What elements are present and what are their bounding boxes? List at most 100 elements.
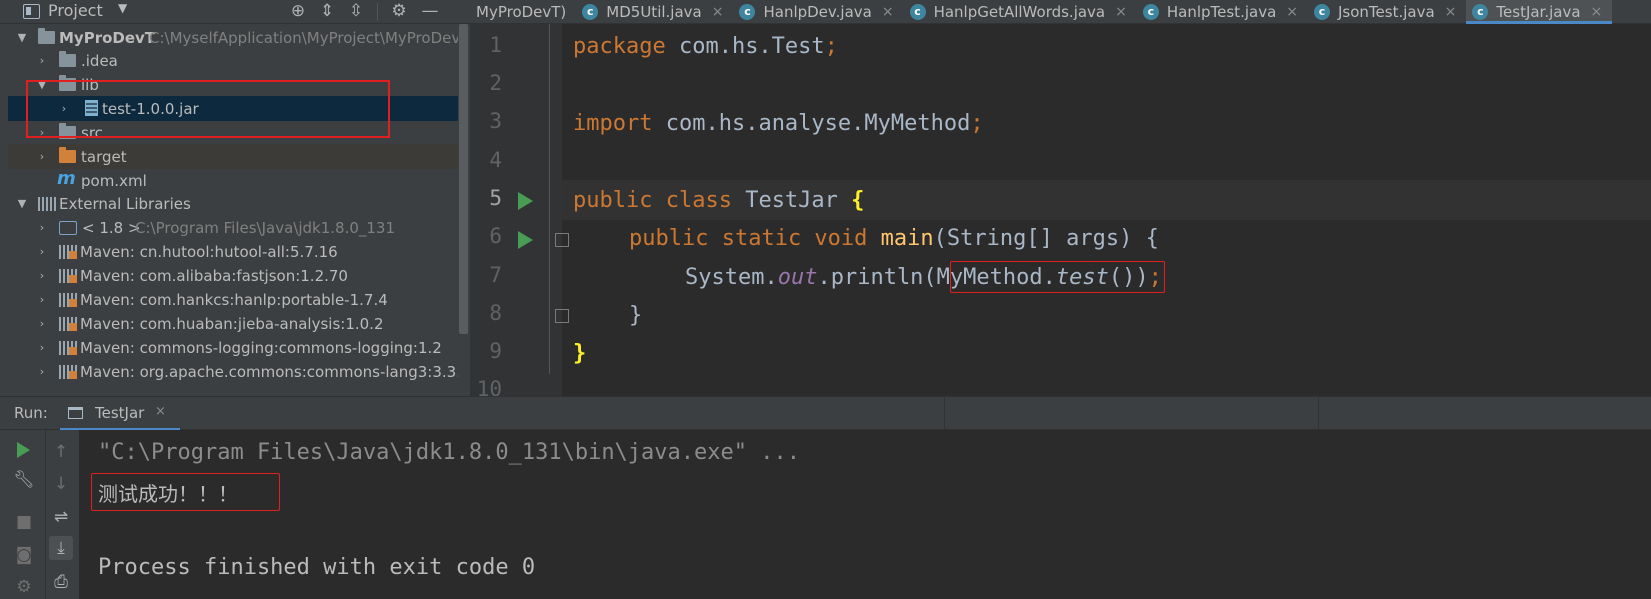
jdk-icon xyxy=(59,221,77,235)
chevron-right-icon[interactable]: › xyxy=(36,221,48,234)
tab-md5util[interactable]: c MD5Util.java × xyxy=(576,0,733,24)
keyword: public class xyxy=(573,188,732,213)
chevron-right-icon[interactable]: › xyxy=(36,150,48,163)
tree-item-root[interactable]: ▼ MyProDevT C:\MyselfApplication\MyProje… xyxy=(8,25,461,50)
chevron-down-icon[interactable]: ▼ xyxy=(16,31,28,44)
print-icon[interactable]: ⎙ xyxy=(49,570,73,594)
close-icon[interactable]: × xyxy=(155,404,166,419)
highlight-box-output xyxy=(91,473,280,511)
chevron-right-icon[interactable]: › xyxy=(36,365,48,378)
tree-item-maven-lib[interactable]: › Maven: com.alibaba:fastjson:1.2.70 xyxy=(8,263,458,288)
close-icon[interactable]: × xyxy=(1286,4,1298,20)
tab-testjar[interactable]: c TestJar.java × xyxy=(1466,0,1613,24)
chevron-right-icon[interactable]: › xyxy=(36,54,48,67)
maven-library-icon xyxy=(59,245,77,259)
soft-wrap-icon[interactable]: ⇌ xyxy=(49,505,73,529)
gutter-divider xyxy=(549,24,550,374)
scroll-end-icon[interactable]: ⤓ xyxy=(49,536,73,560)
tab-label: JsonTest.java xyxy=(1338,3,1435,21)
collapse-icon[interactable]: ⇳ xyxy=(345,0,367,24)
keyword: public static void xyxy=(629,226,868,251)
fold-marker-icon[interactable] xyxy=(555,233,569,247)
up-icon[interactable]: ↑ xyxy=(49,440,73,464)
matched-brace: { xyxy=(851,188,865,213)
run-config-icon xyxy=(68,407,83,419)
close-icon[interactable]: × xyxy=(882,4,894,20)
project-tree: ▼ MyProDevT C:\MyselfApplication\MyProje… xyxy=(0,24,470,396)
line-number: 1 xyxy=(489,33,502,57)
line-number: 6 xyxy=(489,224,502,248)
run-header-divider xyxy=(1318,396,1319,430)
expand-icon[interactable]: ⇕ xyxy=(316,0,338,24)
maven-library-icon xyxy=(59,341,77,355)
tree-item-maven-lib[interactable]: › Maven: com.hankcs:hanlp:portable-1.7.4 xyxy=(8,287,458,312)
rerun-icon[interactable] xyxy=(17,442,30,458)
minimize-icon[interactable]: — xyxy=(419,0,441,24)
camera-icon[interactable]: ◙ xyxy=(12,543,36,567)
tree-item-jdk[interactable]: › < 1.8 > C:\Program Files\Java\jdk1.8.0… xyxy=(8,215,458,240)
tree-item-label: .idea xyxy=(81,51,118,70)
tree-item-path: C:\Program Files\Java\jdk1.8.0_131 xyxy=(135,218,396,237)
tree-item-path: C:\MyselfApplication\MyProject\MyProDev xyxy=(149,28,461,47)
highlight-box-lib xyxy=(26,80,390,138)
code-text: com.hs.analyse.MyMethod xyxy=(652,111,971,136)
tree-item-pom[interactable]: m pom.xml xyxy=(8,168,458,193)
console-command-line: "C:\Program Files\Java\jdk1.8.0_131\bin\… xyxy=(98,440,800,465)
tab-hanlpdev[interactable]: c HanlpDev.java × xyxy=(733,0,903,24)
code-text: } xyxy=(629,303,643,328)
run-main-icon[interactable] xyxy=(518,231,533,249)
tab-label: MyProDevT) xyxy=(476,3,567,21)
close-icon[interactable]: × xyxy=(1115,4,1127,20)
wrench-icon[interactable]: 🔧︎ xyxy=(12,468,36,492)
close-icon[interactable]: × xyxy=(1445,4,1457,20)
chevron-right-icon[interactable]: › xyxy=(36,341,48,354)
tree-scrollbar[interactable] xyxy=(458,24,470,396)
project-panel-title[interactable]: Project xyxy=(48,1,103,20)
chevron-right-icon[interactable]: › xyxy=(36,293,48,306)
line-number: 2 xyxy=(489,71,502,95)
chevron-down-icon[interactable]: ▼ xyxy=(118,1,127,15)
scrollbar-thumb[interactable] xyxy=(459,24,468,334)
tab-jsontest[interactable]: c JsonTest.java × xyxy=(1308,0,1466,24)
close-icon[interactable]: × xyxy=(1591,4,1603,20)
line-number: 10 xyxy=(476,377,502,396)
tab-hanlptest[interactable]: c HanlpTest.java × xyxy=(1137,0,1308,24)
tree-item-external-libraries[interactable]: ▼ External Libraries xyxy=(8,191,458,216)
stop-icon[interactable]: ■ xyxy=(12,510,36,534)
module-folder-icon xyxy=(38,28,55,44)
tree-item-label: Maven: commons-logging:commons-logging:1… xyxy=(80,338,442,357)
tree-item-maven-lib[interactable]: › Maven: com.huaban:jieba-analysis:1.0.2 xyxy=(8,311,458,336)
tree-item-label: MyProDevT xyxy=(59,28,156,47)
maven-library-icon xyxy=(59,365,77,379)
close-icon[interactable]: × xyxy=(712,4,724,20)
semicolon: ; xyxy=(970,111,984,136)
toolbar-separator xyxy=(377,3,378,21)
tree-item-maven-lib[interactable]: › Maven: commons-logging:commons-logging… xyxy=(8,335,458,360)
tree-item-maven-lib[interactable]: › Maven: org.apache.commons:commons-lang… xyxy=(8,359,470,384)
chevron-right-icon[interactable]: › xyxy=(36,317,48,330)
static-field: out xyxy=(777,265,818,290)
class-name: TestJar xyxy=(731,188,852,213)
tree-item-idea[interactable]: › .idea xyxy=(8,48,458,73)
run-tab-testjar[interactable]: TestJar × xyxy=(60,397,180,431)
tree-item-target[interactable]: › target xyxy=(8,144,458,169)
tab-myprodevt[interactable]: MyProDevT) xyxy=(470,0,576,24)
code-text: System. xyxy=(685,265,778,290)
java-class-icon: c xyxy=(582,4,599,20)
tab-hanlpgetallwords[interactable]: c HanlpGetAllWords.java × xyxy=(904,0,1137,24)
chevron-down-icon[interactable]: ▼ xyxy=(16,197,28,210)
gear-icon[interactable]: ⚙ xyxy=(388,0,410,24)
tree-item-label: < 1.8 > xyxy=(82,218,141,237)
chevron-right-icon[interactable]: › xyxy=(36,245,48,258)
target-icon[interactable]: ⊕ xyxy=(287,0,309,24)
tab-label: HanlpGetAllWords.java xyxy=(933,3,1106,21)
tree-item-maven-lib[interactable]: › Maven: cn.hutool:hutool-all:5.7.16 xyxy=(8,239,458,264)
code-line-9: } xyxy=(573,341,586,366)
project-window-icon xyxy=(23,4,40,19)
editor-tabs: MyProDevT) c MD5Util.java × c HanlpDev.j… xyxy=(470,0,1613,24)
fold-marker-icon[interactable] xyxy=(555,309,569,323)
run-class-icon[interactable] xyxy=(518,192,533,210)
chevron-right-icon[interactable]: › xyxy=(36,269,48,282)
down-icon[interactable]: ↓ xyxy=(49,472,73,496)
settings-icon[interactable]: ⚙ xyxy=(12,575,36,599)
